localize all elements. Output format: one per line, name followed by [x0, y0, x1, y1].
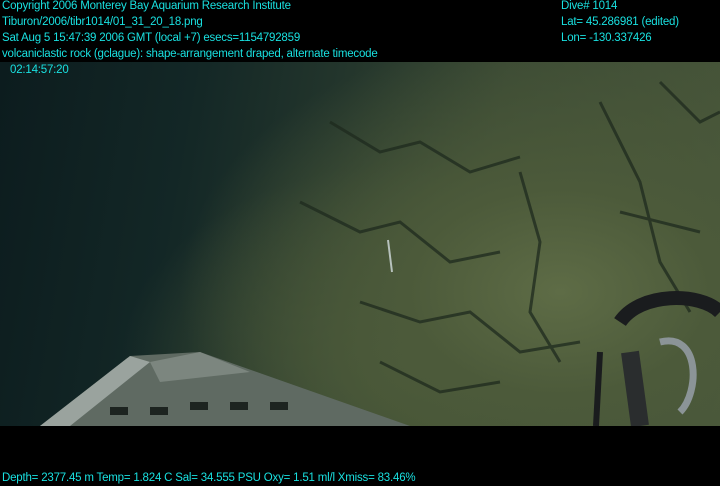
latitude: Lat= 45.286981 (edited) — [561, 16, 679, 28]
rock-cracks — [299, 80, 720, 394]
sled-frame — [40, 352, 410, 426]
seafloor-image — [0, 62, 720, 426]
timecode-text: 02:14:57:20 — [10, 64, 69, 76]
longitude: Lon= -130.337426 — [561, 32, 652, 44]
seafloor-scene — [40, 80, 720, 426]
fish — [387, 239, 393, 273]
datetime-text: Sat Aug 5 15:47:39 2006 GMT (local +7) e… — [2, 32, 301, 44]
rov-video-frame: Copyright 2006 Monterey Bay Aquarium Res… — [0, 0, 720, 486]
annotation-text: volcaniclastic rock (gclague): shape-arr… — [2, 48, 378, 60]
dive-number: Dive# 1014 — [561, 0, 618, 12]
sensor-readout: Depth= 2377.45 m Temp= 1.824 C Sal= 34.5… — [2, 472, 416, 484]
rov-hoses — [593, 291, 720, 426]
file-path-text: Tiburon/2006/tibr1014/01_31_20_18.png — [2, 16, 203, 28]
copyright-text: Copyright 2006 Monterey Bay Aquarium Res… — [2, 0, 291, 12]
